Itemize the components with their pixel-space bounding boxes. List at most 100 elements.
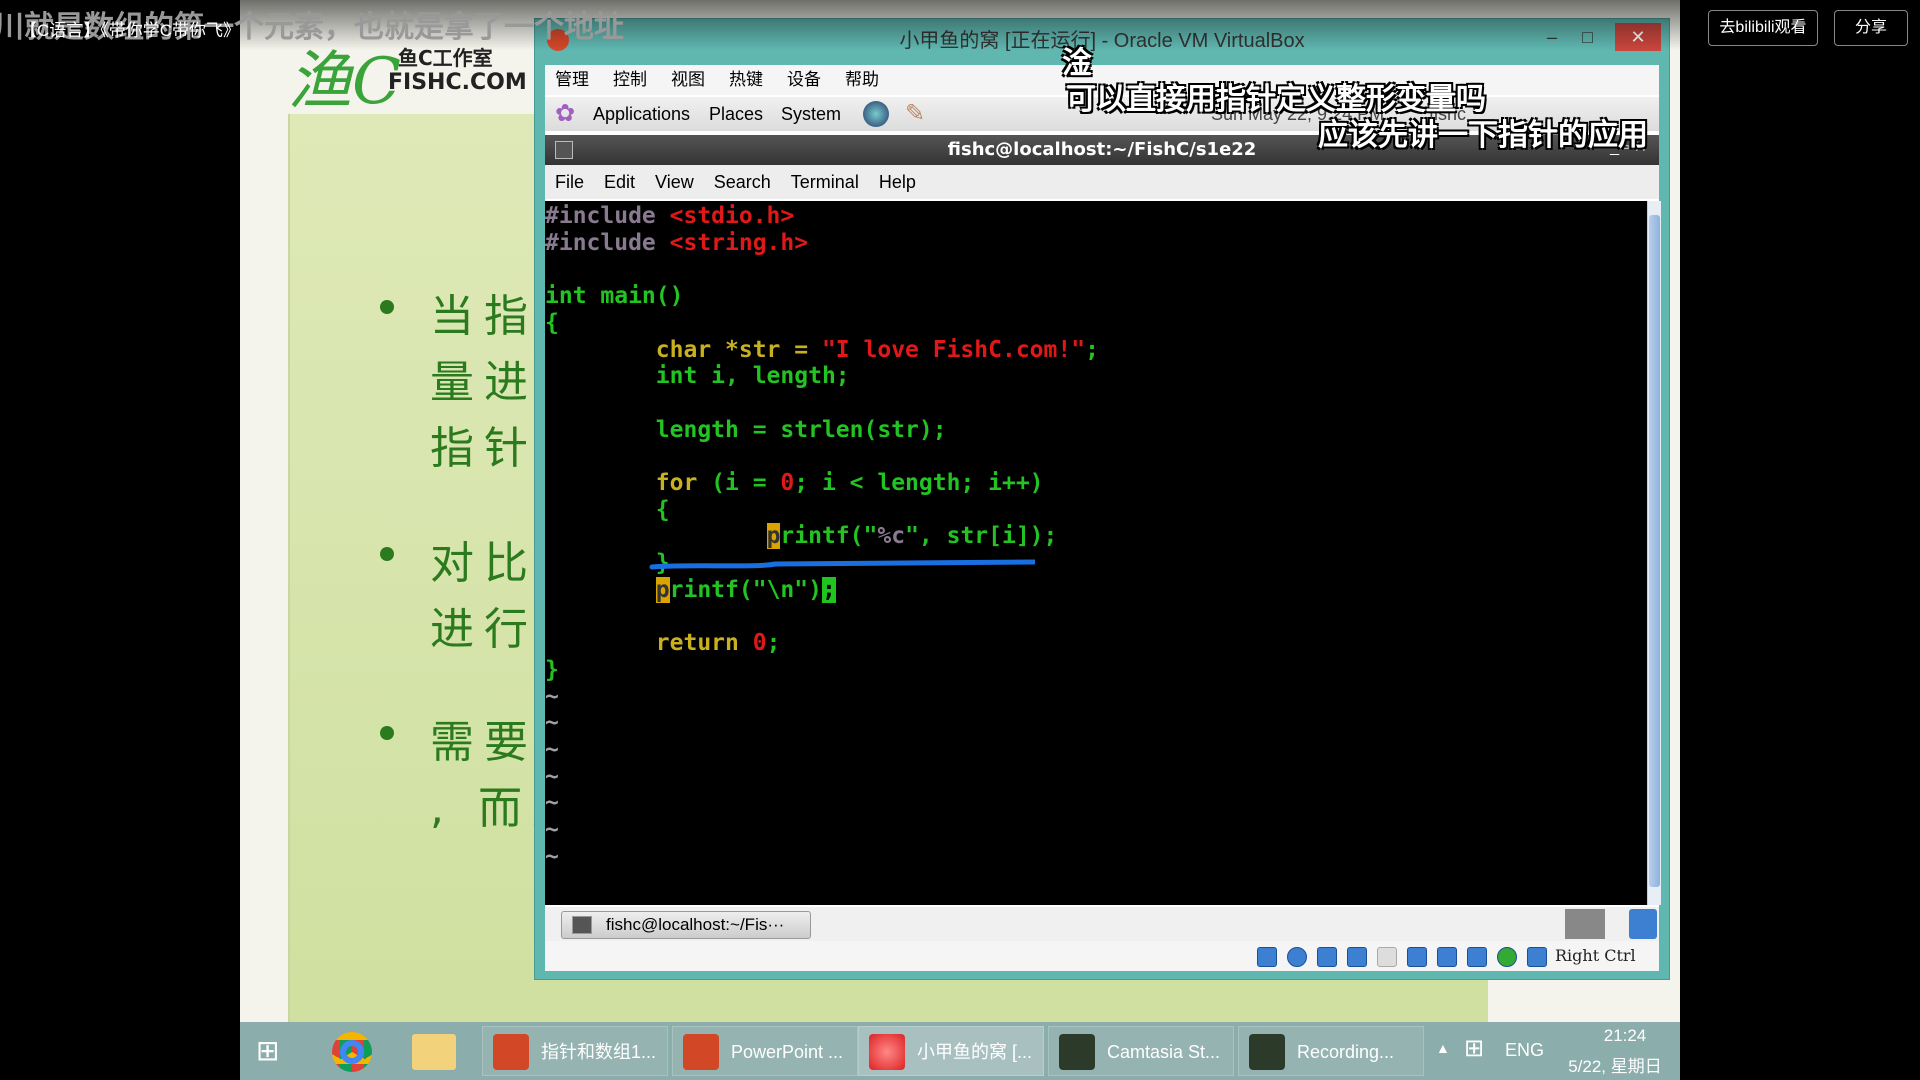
code-line: return 0; <box>545 630 781 657</box>
gnome-places-menu[interactable]: Places <box>709 97 763 131</box>
shared-clipboard-icon[interactable] <box>1347 947 1367 967</box>
menu-manage[interactable]: 管理 <box>555 65 589 95</box>
gnome-system-menu[interactable]: System <box>781 97 841 131</box>
menu-control[interactable]: 控制 <box>613 65 647 95</box>
empty-line-marker: ~ <box>545 737 559 764</box>
danmaku-comment: 应该先讲一下指针的应用 <box>1318 118 1648 153</box>
text-cursor: ; <box>821 576 836 603</box>
hdd-icon[interactable] <box>1257 947 1277 967</box>
menu-view[interactable]: View <box>655 165 694 199</box>
code-line: } <box>545 656 559 683</box>
menu-edit[interactable]: Edit <box>604 165 635 199</box>
display-icon[interactable] <box>1407 947 1427 967</box>
taskbar-item-camtasia[interactable]: Camtasia St... <box>1048 1026 1234 1076</box>
terminal-icon <box>555 141 573 159</box>
code-line: printf("\n"); <box>655 576 836 603</box>
code-line: #include <stdio.h> <box>545 203 795 229</box>
gnome-applications-menu[interactable]: Applications <box>593 97 690 131</box>
terminal-icon <box>572 916 592 934</box>
action-center-icon[interactable]: ⊞ <box>1464 1034 1484 1063</box>
empty-line-marker: ~ <box>545 817 559 844</box>
code-line: char *str = "I love FishC.com!"; <box>545 336 1099 363</box>
gnome-task-terminal[interactable]: fishc@localhost:~/Fis··· <box>561 911 811 939</box>
mouse-integration-icon[interactable] <box>1527 947 1547 967</box>
menu-view[interactable]: 视图 <box>671 65 705 95</box>
taskbar-label: 小甲鱼的窝 [... <box>917 1042 1033 1062</box>
mail-icon[interactable]: ✎ <box>905 97 925 131</box>
menu-devices[interactable]: 设备 <box>787 65 821 95</box>
windows-taskbar: ⊞ 指针和数组1... PowerPoint ... 小甲鱼的窝 [... Ca… <box>240 1022 1680 1080</box>
network-icon[interactable] <box>1437 947 1457 967</box>
code-line: int i, length; <box>545 363 850 390</box>
taskbar-label: 指针和数组1... <box>541 1042 657 1062</box>
recording-icon <box>1249 1034 1285 1070</box>
usb-icon[interactable] <box>1317 947 1337 967</box>
file-explorer-icon[interactable] <box>412 1034 456 1070</box>
logo-site: FISHC.COM <box>388 70 527 95</box>
empty-line-marker: ~ <box>545 843 559 870</box>
menu-hotkeys[interactable]: 热键 <box>729 65 763 95</box>
host-key-label: Right Ctrl <box>1555 946 1636 965</box>
pen-annotation-underline <box>649 559 1035 570</box>
vtx-icon[interactable] <box>1467 947 1487 967</box>
workspace-switcher[interactable] <box>1565 909 1605 939</box>
code-line: printf("%c", str[i]); <box>766 523 1058 550</box>
taskbar-label: PowerPoint ... <box>731 1042 844 1062</box>
bullet-dot <box>380 300 394 314</box>
guest-additions-icon[interactable] <box>1497 947 1517 967</box>
terminal-scrollbar[interactable] <box>1647 201 1661 905</box>
taskbar-item-ppt-file[interactable]: 指针和数组1... <box>482 1026 668 1076</box>
powerpoint-icon <box>683 1034 719 1070</box>
bullet-dot <box>380 726 394 740</box>
gnome-bottom-panel: fishc@localhost:~/Fis··· <box>545 907 1659 941</box>
gnome-foot-icon: ✿ <box>555 100 576 127</box>
input-language[interactable]: ENG <box>1505 1040 1544 1061</box>
bullet-dot <box>380 547 394 561</box>
menu-search[interactable]: Search <box>714 165 771 199</box>
code-line: { <box>545 309 559 336</box>
windows-start-icon[interactable]: ⊞ <box>256 1036 292 1066</box>
menu-help[interactable]: Help <box>879 165 916 199</box>
shared-folders-icon[interactable] <box>1377 947 1397 967</box>
web-browser-icon[interactable] <box>863 101 889 127</box>
camtasia-icon <box>1059 1034 1095 1070</box>
watch-on-bilibili-button[interactable]: 去bilibili观看 <box>1708 10 1818 46</box>
code-line: { <box>545 496 670 523</box>
scrollbar-thumb[interactable] <box>1649 215 1660 887</box>
virtualbox-icon <box>869 1034 905 1070</box>
menu-terminal[interactable]: Terminal <box>791 165 859 199</box>
chrome-icon[interactable] <box>332 1032 372 1072</box>
empty-line-marker: ~ <box>545 710 559 737</box>
menu-file[interactable]: File <box>555 165 584 199</box>
vim-editor[interactable]: #include <stdio.h> #include <string.h> in… <box>545 201 1647 905</box>
trash-icon[interactable] <box>1629 909 1657 939</box>
menu-help[interactable]: 帮助 <box>845 65 879 95</box>
optical-drive-icon[interactable] <box>1287 947 1307 967</box>
tray-expand-icon[interactable]: ▲ <box>1436 1040 1450 1056</box>
video-title: 【C语言】《带你学C带你飞》 <box>20 21 241 40</box>
empty-line-marker: ~ <box>545 763 559 790</box>
empty-line-marker: ~ <box>545 683 559 710</box>
taskbar-item-virtualbox[interactable]: 小甲鱼的窝 [... <box>858 1026 1044 1076</box>
powerpoint-icon <box>493 1034 529 1070</box>
vbox-statusbar: Right Ctrl <box>545 941 1659 971</box>
virtualbox-window: 小甲鱼的窝 [正在运行] - Oracle VM VirtualBox – □ … <box>534 18 1670 980</box>
code-line: for (i = 0; i < length; i++) <box>545 470 1044 497</box>
empty-line-marker: ~ <box>545 790 559 817</box>
task-label: fishc@localhost:~/Fis··· <box>606 915 785 934</box>
code-line: int main() <box>545 283 684 310</box>
taskbar-label: Recording... <box>1297 1042 1395 1062</box>
vm-display: 管理 控制 视图 热键 设备 帮助 ✿ Applications Places … <box>545 65 1661 971</box>
clock-time[interactable]: 21:24 <box>1585 1026 1665 1046</box>
taskbar-item-powerpoint[interactable]: PowerPoint ... <box>672 1026 858 1076</box>
taskbar-item-recording[interactable]: Recording... <box>1238 1026 1424 1076</box>
clock-date[interactable]: 5/22, 星期日 <box>1560 1052 1670 1077</box>
code-line: length = strlen(str); <box>545 416 947 443</box>
code-line: #include <string.h> <box>545 229 809 256</box>
share-button[interactable]: 分享 <box>1834 10 1908 46</box>
terminal-menubar: File Edit View Search Terminal Help <box>545 165 1659 199</box>
